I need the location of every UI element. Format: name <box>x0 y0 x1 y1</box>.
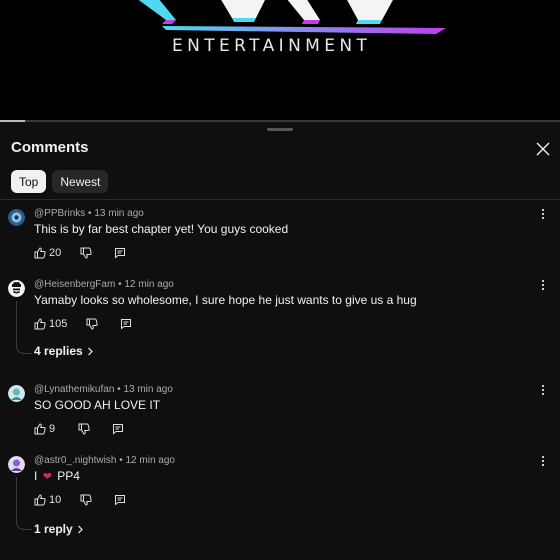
comment-meta: @HeisenbergFam • 12 min ago <box>34 279 174 290</box>
like-count: 20 <box>49 247 62 259</box>
comment-text: SO GOOD AH LOVE IT <box>34 398 161 412</box>
thumbs-up-icon[interactable] <box>34 247 46 259</box>
tab-top[interactable]: Top <box>11 170 47 193</box>
comment-text: Yamaby looks so wholesome, I sure hope h… <box>34 293 417 307</box>
thread-line <box>16 301 32 354</box>
replies-label: 4 replies <box>34 344 83 358</box>
divider <box>0 199 560 200</box>
comment-actions: 9 <box>34 422 124 436</box>
comment-time: 13 min ago <box>94 208 144 219</box>
thumbs-up-icon[interactable] <box>34 423 46 435</box>
more-options-icon[interactable] <box>540 455 546 467</box>
studio-logo <box>138 0 446 34</box>
comment-meta: @PPBrinks • 13 min ago <box>34 208 144 219</box>
comment-actions: 105 <box>34 317 132 331</box>
tab-newest[interactable]: Newest <box>52 170 109 193</box>
heart-icon: ❤ <box>42 471 52 483</box>
like-count: 9 <box>49 423 56 435</box>
reply-icon[interactable] <box>112 423 124 435</box>
close-icon[interactable] <box>534 140 552 158</box>
thumbs-up-icon[interactable] <box>34 318 46 330</box>
comment-actions: 10 <box>34 493 126 507</box>
thumbs-down-icon[interactable] <box>80 247 92 259</box>
reply-icon[interactable] <box>120 318 132 330</box>
comment-text-start: I <box>34 469 38 483</box>
comment-author[interactable]: @HeisenbergFam <box>34 279 115 290</box>
panel-title: Comments <box>11 139 89 156</box>
thumbs-up-icon[interactable] <box>34 494 46 506</box>
more-options-icon[interactable] <box>540 208 546 220</box>
comment-time: 12 min ago <box>125 455 175 466</box>
avatar[interactable] <box>8 209 25 226</box>
comment-time: 12 min ago <box>124 279 174 290</box>
reply-icon[interactable] <box>114 494 126 506</box>
avatar[interactable] <box>8 456 25 473</box>
reply-icon[interactable] <box>114 247 126 259</box>
comment-author[interactable]: @PPBrinks <box>34 208 85 219</box>
comment-author[interactable]: @astr0_.nightwish <box>34 455 116 466</box>
video-player[interactable]: ENTERTAINMENT <box>0 0 560 122</box>
like-count: 10 <box>49 494 62 506</box>
thread-line <box>16 477 32 530</box>
thumbs-down-icon[interactable] <box>86 318 99 330</box>
comment-meta: @astr0_.nightwish • 12 min ago <box>34 455 175 466</box>
sort-tabs: Top Newest <box>11 170 109 193</box>
chevron-right-icon <box>77 525 83 533</box>
like-count: 105 <box>49 318 68 330</box>
drag-handle[interactable] <box>267 128 293 131</box>
comment-actions: 20 <box>34 246 126 260</box>
comment-text-end: PP4 <box>57 469 80 483</box>
more-options-icon[interactable] <box>540 384 546 396</box>
avatar[interactable] <box>8 385 25 402</box>
comment-meta: @Lynathemikufan • 13 min ago <box>34 384 173 395</box>
comment-time: 13 min ago <box>123 384 173 395</box>
thumbs-down-icon[interactable] <box>78 423 90 435</box>
comments-panel: Comments Top Newest @PPBrinks • 13 min a… <box>0 122 560 560</box>
comment-author[interactable]: @Lynathemikufan <box>34 384 114 395</box>
more-options-icon[interactable] <box>540 279 546 291</box>
view-replies-button[interactable]: 1 reply <box>34 522 84 536</box>
view-replies-button[interactable]: 4 replies <box>34 344 94 358</box>
comment-text: This is by far best chapter yet! You guy… <box>34 222 289 236</box>
chevron-right-icon <box>87 347 93 355</box>
brand-text: ENTERTAINMENT <box>172 36 372 56</box>
avatar[interactable] <box>8 280 25 297</box>
thumbs-down-icon[interactable] <box>80 494 92 506</box>
comment-text: I ❤ PP4 <box>34 469 80 483</box>
replies-label: 1 reply <box>34 522 73 536</box>
